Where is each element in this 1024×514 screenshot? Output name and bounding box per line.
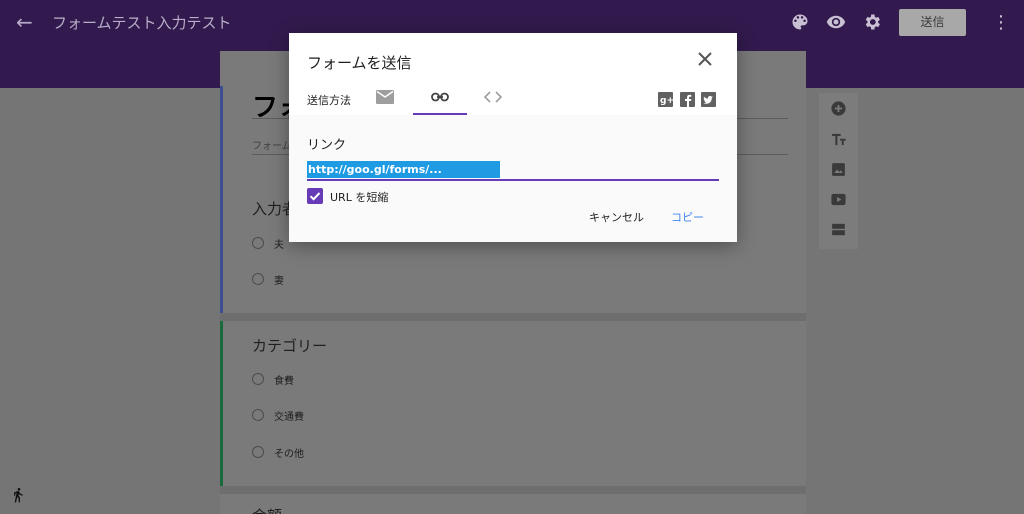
- option-label: 夫: [274, 239, 284, 251]
- section-separator: [220, 313, 806, 321]
- section-accent-bar: [220, 321, 223, 489]
- tab-email[interactable]: [358, 85, 412, 115]
- shorten-url-checkbox[interactable]: [307, 188, 323, 204]
- running-person-icon: [14, 488, 23, 503]
- copy-button[interactable]: コピー: [671, 209, 704, 225]
- radio-option[interactable]: 妻: [252, 272, 284, 287]
- back-arrow-icon[interactable]: ←: [16, 10, 38, 34]
- radio-option[interactable]: その他: [252, 445, 304, 460]
- option-label: 妻: [274, 275, 284, 287]
- form-title: フォームテスト入力テスト: [52, 14, 232, 32]
- section-accent-bar: [220, 86, 223, 316]
- close-icon[interactable]: [697, 51, 713, 67]
- radio-option[interactable]: 交通費: [252, 408, 304, 423]
- question-title[interactable]: カテゴリー: [252, 335, 327, 356]
- radio-button[interactable]: [252, 273, 264, 285]
- add-item-toolbar: [819, 93, 858, 249]
- option-label: 交通費: [274, 411, 304, 423]
- radio-option[interactable]: 夫: [252, 236, 284, 251]
- email-icon: [376, 90, 394, 104]
- shorten-url-label[interactable]: URL を短縮: [330, 189, 388, 205]
- add-question-icon[interactable]: [830, 100, 847, 117]
- svg-text:g+: g+: [660, 96, 673, 106]
- option-label: 食費: [274, 375, 294, 387]
- add-section-icon[interactable]: [830, 221, 847, 238]
- checkmark-icon: [309, 192, 321, 201]
- tab-link[interactable]: [413, 85, 467, 115]
- radio-button[interactable]: [252, 237, 264, 249]
- palette-icon[interactable]: [790, 12, 810, 32]
- radio-button[interactable]: [252, 373, 264, 385]
- tab-embed[interactable]: [466, 85, 520, 115]
- dialog-title: フォームを送信: [307, 54, 412, 72]
- link-panel: リンク http://goo.gl/forms/... URL を短縮 キャンセ…: [289, 115, 737, 242]
- settings-gear-icon[interactable]: [862, 12, 882, 32]
- url-input[interactable]: http://goo.gl/forms/...: [307, 161, 719, 181]
- send-form-dialog: フォームを送信 送信方法 g+ リンク http://goo.gl/forms/…: [289, 33, 737, 242]
- add-title-text-icon[interactable]: [830, 131, 847, 148]
- google-plus-icon[interactable]: g+: [658, 92, 673, 107]
- add-image-icon[interactable]: [830, 161, 847, 178]
- cancel-button[interactable]: キャンセル: [589, 209, 644, 225]
- url-value-selected[interactable]: http://goo.gl/forms/...: [307, 161, 500, 178]
- send-method-label: 送信方法: [307, 94, 351, 107]
- form-description[interactable]: フォーム: [252, 137, 292, 152]
- link-icon: [431, 92, 449, 102]
- section-separator: [220, 486, 806, 494]
- question-title[interactable]: 金額: [252, 505, 282, 514]
- facebook-icon[interactable]: [680, 92, 695, 107]
- embed-code-icon: [484, 91, 502, 103]
- send-button[interactable]: 送信: [899, 9, 966, 36]
- link-label: リンク: [307, 138, 347, 153]
- radio-button[interactable]: [252, 446, 264, 458]
- add-video-icon[interactable]: [830, 191, 847, 208]
- preview-eye-icon[interactable]: [826, 12, 846, 32]
- radio-option[interactable]: 食費: [252, 372, 294, 387]
- option-label: その他: [274, 448, 304, 460]
- radio-button[interactable]: [252, 409, 264, 421]
- more-options-icon[interactable]: ⋮: [992, 12, 1010, 34]
- twitter-icon[interactable]: [701, 92, 716, 107]
